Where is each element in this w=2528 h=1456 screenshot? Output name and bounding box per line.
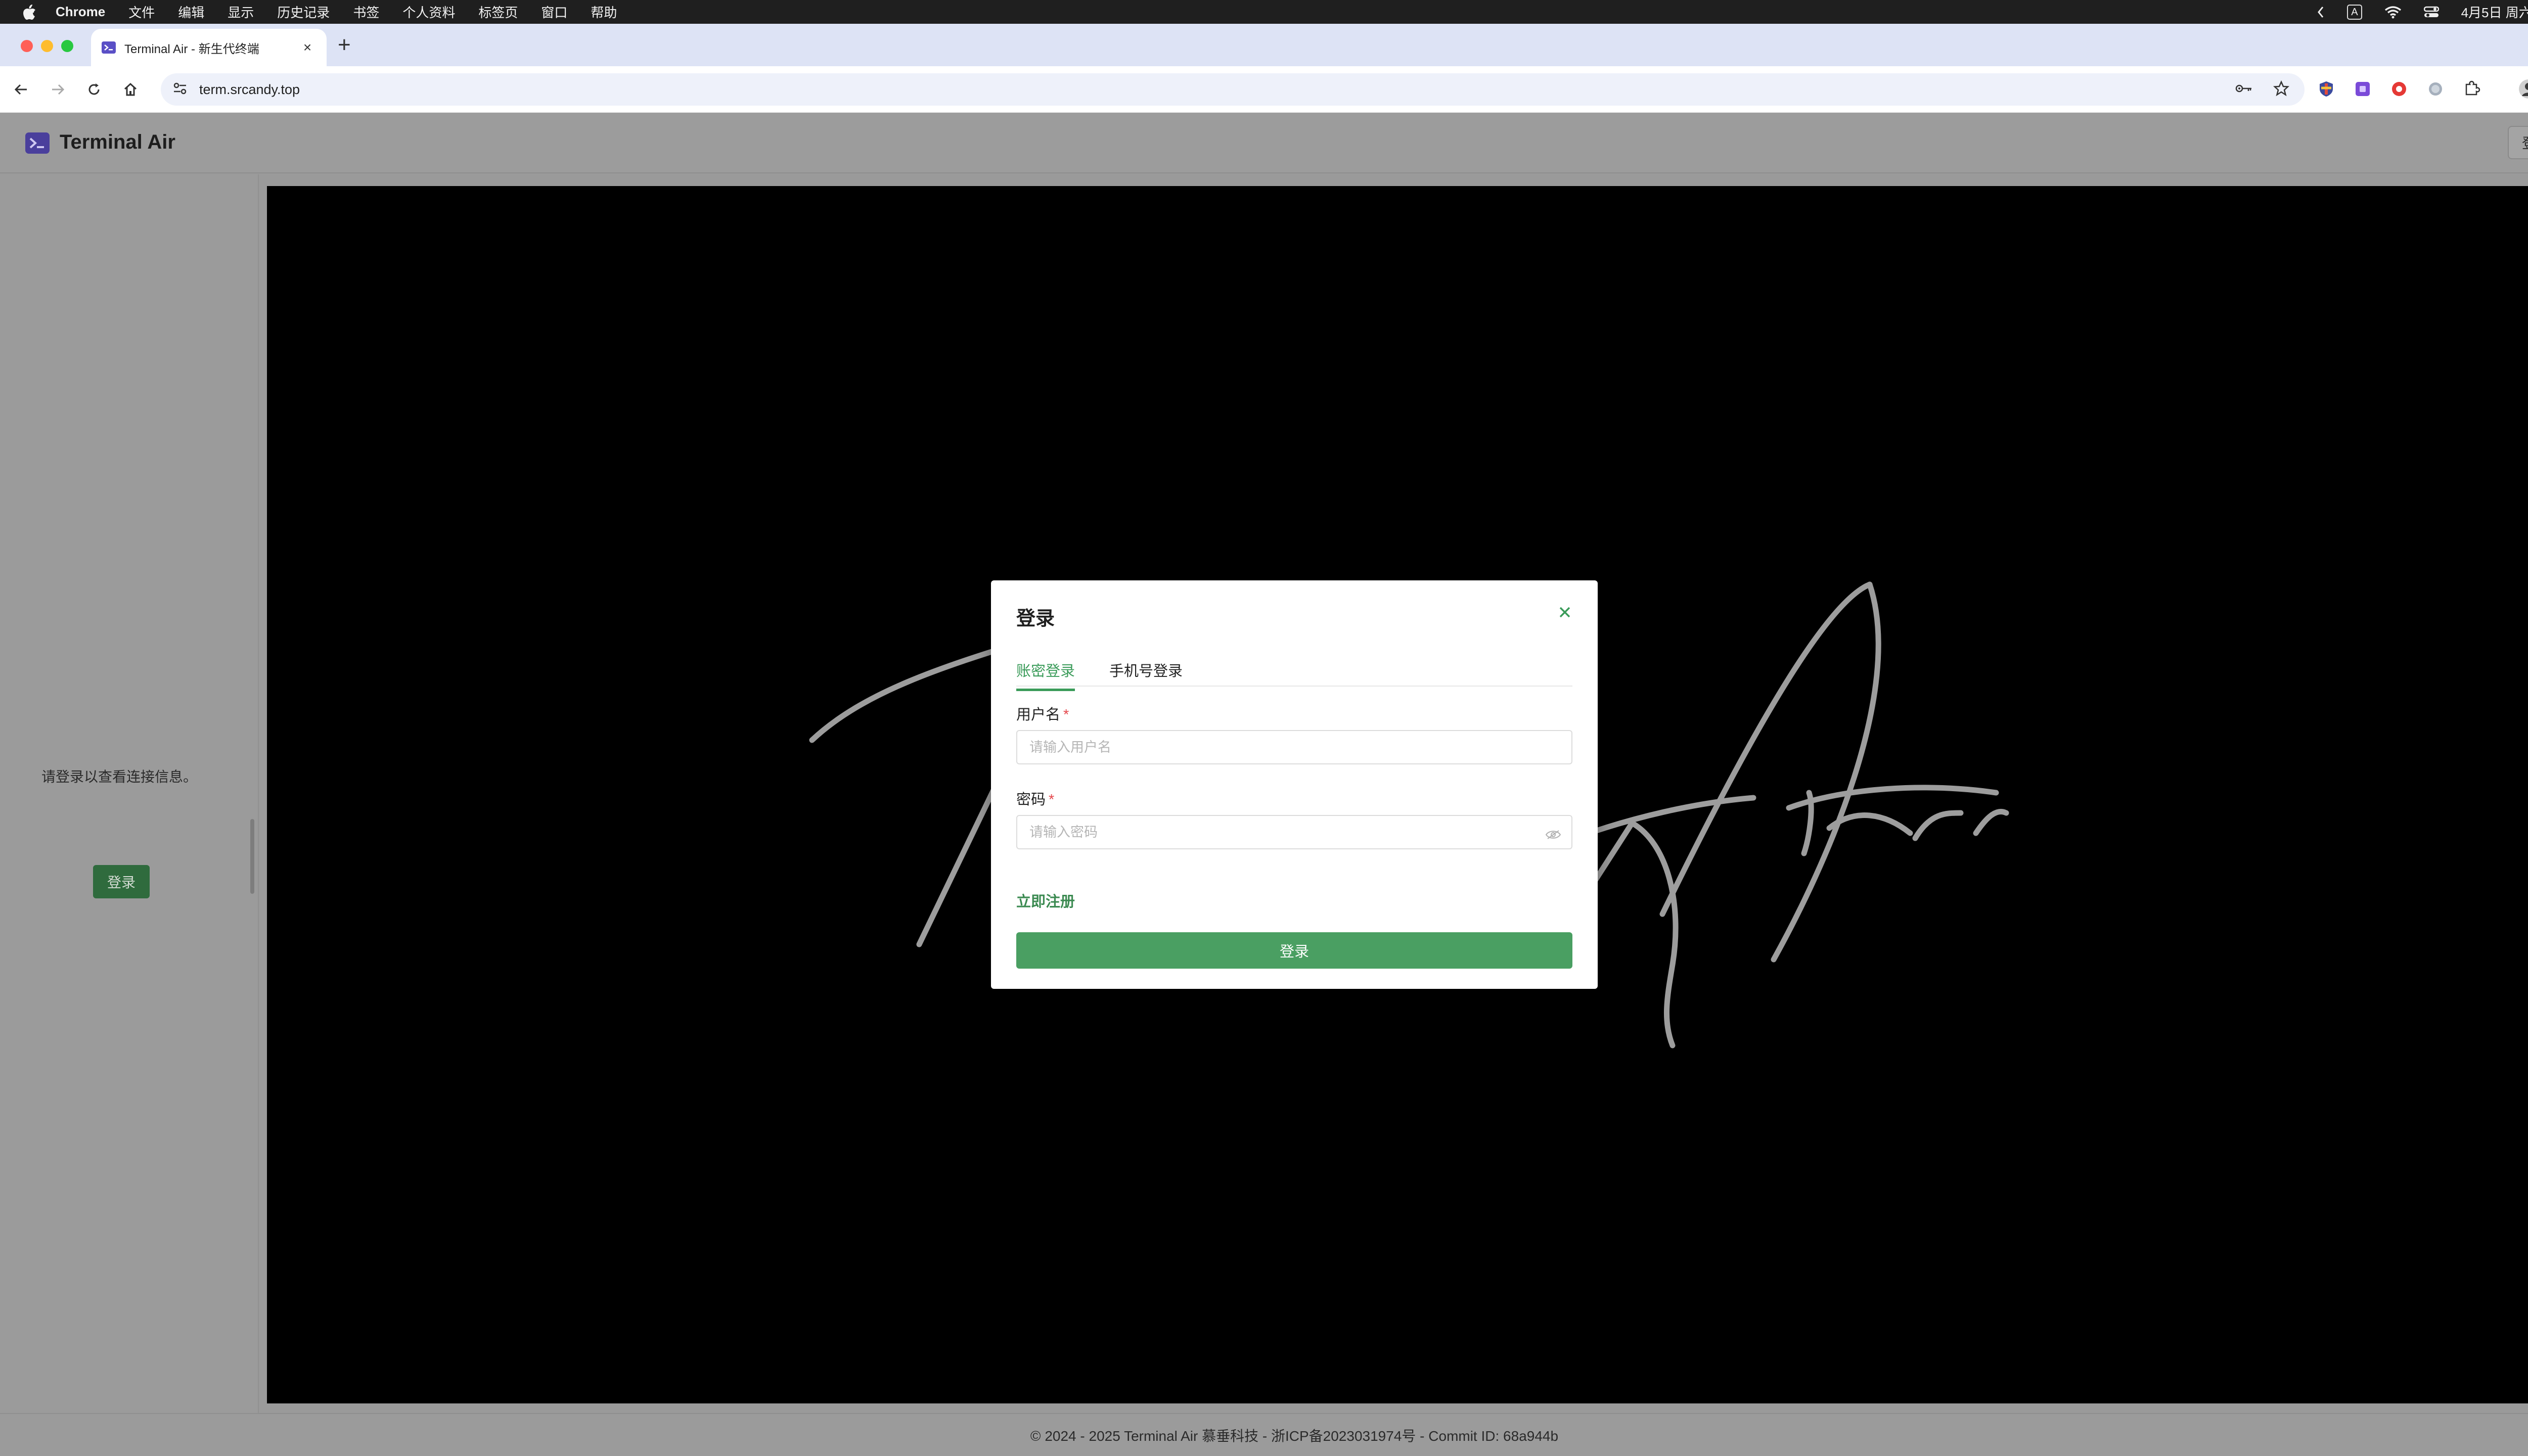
menu-bookmarks[interactable]: 书签 <box>353 3 379 21</box>
back-icon[interactable] <box>10 78 32 101</box>
menu-tab[interactable]: 标签页 <box>478 3 518 21</box>
extension-shield-icon[interactable] <box>2316 78 2337 100</box>
tab-title: Terminal Air - 新生代终端 <box>124 42 259 56</box>
menu-window[interactable]: 窗口 <box>541 3 567 21</box>
menu-profiles[interactable]: 个人资料 <box>402 3 455 21</box>
tab-password-login[interactable]: 账密登录 <box>1016 659 1075 691</box>
control-center-icon[interactable] <box>2423 6 2439 18</box>
login-dialog: 登录 账密登录 手机号登录 用户名* 密码* 立即注册 登录 <box>991 580 1598 989</box>
page-footer: © 2024 - 2025 Terminal Air 慕垂科技 - 浙ICP备2… <box>0 1413 2528 1456</box>
url-text[interactable]: term.srcandy.top <box>199 82 300 98</box>
required-mark: * <box>1049 792 1055 808</box>
terminal-air-logo-icon <box>24 130 51 156</box>
password-label: 密码 * <box>1016 788 1054 809</box>
bookmark-star-icon[interactable] <box>2273 80 2290 99</box>
required-mark: * <box>1063 707 1069 723</box>
input-method-indicator[interactable]: A <box>2347 4 2362 20</box>
browser-toolbar: term.srcandy.top <box>0 66 2528 113</box>
extension-purple-icon[interactable] <box>2352 78 2373 100</box>
extension-red-icon[interactable] <box>2388 78 2410 100</box>
window-fullscreen-button[interactable] <box>61 40 73 52</box>
reload-icon[interactable] <box>83 78 105 101</box>
site-info-icon[interactable] <box>173 82 187 98</box>
browser-tab-active[interactable]: Terminal Air - 新生代终端 × <box>91 29 327 66</box>
terminal-air-favicon-icon <box>101 40 116 55</box>
dialog-title: 登录 <box>1016 608 1055 629</box>
username-label-text: 用户名 <box>1016 707 1061 723</box>
sidebar-login-prompt: 请登录以查看连接信息。 <box>41 769 197 785</box>
extensions-area <box>2316 78 2528 100</box>
tab-phone-login[interactable]: 手机号登录 <box>1109 659 1183 689</box>
extensions-puzzle-icon[interactable] <box>2461 78 2482 100</box>
app-header: Terminal Air 登录 <box>0 113 2528 173</box>
username-input[interactable] <box>1016 730 1572 764</box>
menu-file[interactable]: 文件 <box>128 3 155 21</box>
password-label-text: 密码 <box>1016 792 1046 808</box>
header-login-button[interactable]: 登录 <box>2508 126 2528 159</box>
menu-history[interactable]: 历史记录 <box>277 3 330 21</box>
home-icon[interactable] <box>119 78 142 101</box>
address-bar[interactable]: term.srcandy.top <box>161 73 2305 106</box>
brand-title[interactable]: Terminal Air <box>60 131 175 154</box>
wifi-icon[interactable] <box>2384 6 2402 19</box>
login-submit-button[interactable]: 登录 <box>1016 932 1572 969</box>
tab-close-icon[interactable]: × <box>298 39 317 56</box>
browser-tab-strip: Terminal Air - 新生代终端 × + <box>0 24 2528 66</box>
password-input[interactable] <box>1016 815 1572 849</box>
profile-avatar-icon[interactable] <box>2518 78 2528 100</box>
register-link[interactable]: 立即注册 <box>1016 890 1075 911</box>
menu-edit[interactable]: 编辑 <box>178 3 204 21</box>
extension-gray-icon[interactable] <box>2425 78 2446 100</box>
username-label: 用户名 * <box>1016 703 1069 724</box>
close-icon[interactable] <box>1557 605 1572 620</box>
menubar-status-area: A 4月5日 周六 20:46 <box>2317 0 2528 24</box>
new-tab-button[interactable]: + <box>338 34 351 56</box>
window-minimize-button[interactable] <box>41 40 53 52</box>
sidebar-login-button[interactable]: 登录 <box>93 865 150 898</box>
eye-icon[interactable] <box>1544 827 1562 842</box>
login-tabs: 账密登录 手机号登录 <box>1016 655 1572 691</box>
macos-menu-bar: Chrome 文件 编辑 显示 历史记录 书签 个人资料 标签页 窗口 帮助 A… <box>0 0 2528 24</box>
sidebar-scrollbar[interactable] <box>250 819 254 894</box>
window-close-button[interactable] <box>21 40 33 52</box>
menubar-datetime[interactable]: 4月5日 周六 20:46 <box>2461 3 2528 21</box>
chevron-left-icon[interactable] <box>2317 6 2325 19</box>
sidebar: 请登录以查看连接信息。 登录 <box>0 174 259 1414</box>
menu-help[interactable]: 帮助 <box>591 3 617 21</box>
menu-app-name[interactable]: Chrome <box>56 4 105 20</box>
apple-icon[interactable] <box>20 3 38 21</box>
menu-view[interactable]: 显示 <box>228 3 254 21</box>
password-key-icon[interactable] <box>2235 83 2253 97</box>
forward-icon[interactable] <box>47 78 69 101</box>
